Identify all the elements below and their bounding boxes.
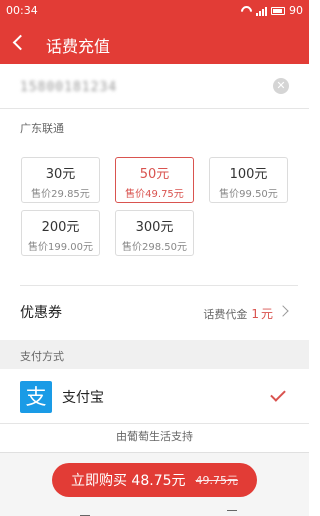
page-title: 话费充值 xyxy=(46,37,111,56)
carrier-label: 广东联通 xyxy=(20,122,64,135)
payment-section-header: 支付方式 xyxy=(0,340,309,369)
battery-level: 90 xyxy=(289,4,303,17)
amount-option-200[interactable]: 200元 售价199.00元 xyxy=(21,210,100,256)
coupon-unit: 元 xyxy=(260,307,273,321)
amount-price: 售价99.50元 xyxy=(219,189,278,200)
payment-method-label: 支付宝 xyxy=(62,390,104,406)
amount-face: 100元 xyxy=(229,167,268,182)
coupon-row[interactable]: 优惠券 话费代金 1 元 xyxy=(0,286,309,338)
payment-section-label: 支付方式 xyxy=(20,350,64,363)
signal-icon xyxy=(256,6,267,16)
amount-price: 售价298.50元 xyxy=(122,242,187,253)
amount-face: 300元 xyxy=(135,220,174,235)
amount-face: 200元 xyxy=(41,220,80,235)
coupon-value: 话费代金 1 元 xyxy=(203,305,273,322)
buy-now-button[interactable]: 立即购买 48.75元 49.75元 xyxy=(52,463,257,497)
bottom-bar: 立即购买 48.75元 49.75元 xyxy=(0,452,309,516)
coupon-amount: 1 xyxy=(251,307,259,321)
chevron-right-icon xyxy=(277,305,289,317)
coupon-label: 优惠券 xyxy=(20,305,62,321)
status-icons: 90 xyxy=(241,4,303,17)
support-text: 由葡萄生活支持 xyxy=(116,430,193,443)
status-bar: 00:34 90 xyxy=(0,0,309,22)
amount-option-100[interactable]: 100元 售价99.50元 xyxy=(209,157,288,203)
status-time: 00:34 xyxy=(6,4,38,17)
original-price: 49.75元 xyxy=(195,474,239,487)
chevron-left-icon[interactable] xyxy=(12,34,29,51)
phone-row: ✕ xyxy=(0,64,309,109)
payment-option-alipay[interactable]: 支 支付宝 xyxy=(0,369,309,424)
amount-option-30[interactable]: 30元 售价29.85元 xyxy=(21,157,100,203)
wifi-icon xyxy=(241,6,252,15)
battery-icon xyxy=(271,6,285,15)
amount-price: 售价29.85元 xyxy=(31,189,90,200)
check-icon xyxy=(270,386,286,402)
nav-hint-icon xyxy=(227,510,237,516)
nav-hint-icon xyxy=(80,510,90,516)
app-bar: 话费充值 xyxy=(0,22,309,64)
alipay-icon: 支 xyxy=(20,381,52,413)
amount-face: 50元 xyxy=(139,167,170,182)
amount-option-300[interactable]: 300元 售价298.50元 xyxy=(115,210,194,256)
buy-label: 立即购买 48.75元 xyxy=(70,473,186,489)
coupon-prefix: 话费代金 xyxy=(203,308,248,321)
phone-number-input[interactable] xyxy=(20,78,250,96)
amount-option-50[interactable]: 50元 售价49.75元 xyxy=(115,157,194,203)
clear-circle-icon[interactable]: ✕ xyxy=(273,78,289,94)
amount-price: 售价199.00元 xyxy=(28,242,93,253)
amount-face: 30元 xyxy=(45,167,76,182)
amount-price: 售价49.75元 xyxy=(125,189,184,200)
